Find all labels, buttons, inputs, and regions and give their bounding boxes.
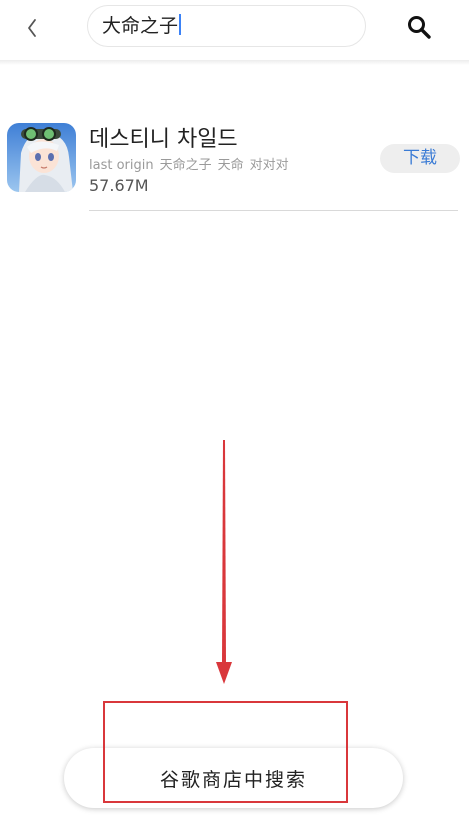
- app-tag: 对对对: [249, 158, 289, 173]
- search-results-page: 大命之子 데스티니 차일드 last origin 天命之子 天命 对对对 57…: [0, 0, 469, 819]
- app-tag: 天命之子: [159, 158, 212, 173]
- app-tag: last origin: [89, 158, 154, 173]
- chevron-left-icon: [28, 19, 36, 37]
- list-divider: [89, 210, 458, 211]
- app-size: 57.67M: [89, 176, 149, 195]
- search-icon: [408, 16, 431, 39]
- topbar-shadow: [0, 60, 469, 65]
- search-box[interactable]: 大命之子: [87, 5, 366, 47]
- app-icon-anime-girl[interactable]: [7, 123, 76, 192]
- app-title: 데스티니 차일드: [89, 127, 238, 152]
- search-button[interactable]: [405, 13, 433, 41]
- annotation-arrow: [216, 440, 232, 684]
- text-caret: [179, 14, 182, 35]
- annotation-highlight-box: [103, 701, 348, 803]
- search-input[interactable]: 大命之子: [102, 12, 182, 40]
- app-tag: 天命: [217, 158, 244, 173]
- top-search-bar: 大命之子: [0, 0, 469, 60]
- search-input-value: 大命之子: [102, 15, 179, 37]
- app-tags: last origin 天命之子 天命 对对对: [89, 154, 295, 173]
- list-item[interactable]: 데스티니 차일드 last origin 天命之子 天命 对对对 57.67M 下载: [0, 118, 469, 212]
- back-button[interactable]: [18, 14, 46, 42]
- download-button[interactable]: 下载: [380, 144, 460, 173]
